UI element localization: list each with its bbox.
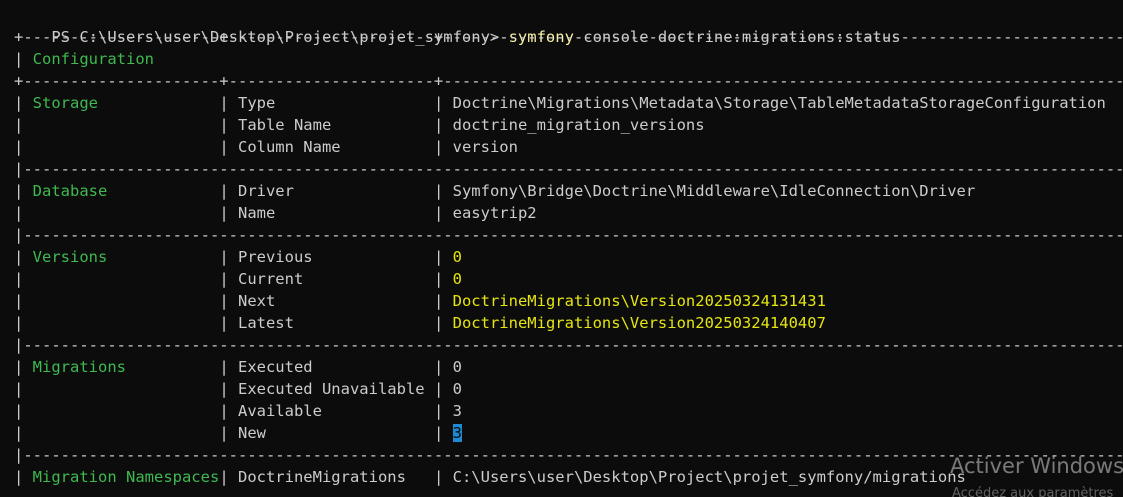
table-row: | Storage | Type | Doctrine\Migrations\M… <box>14 92 1123 114</box>
row-key: Current <box>237 270 434 288</box>
row-value: DoctrineMigrations\Version20250324140407 <box>452 314 1123 332</box>
row-value: 3 <box>452 402 1123 420</box>
terminal-window[interactable]: PS C:\Users\user\Desktop\Project\projet_… <box>0 0 1123 497</box>
table-border-top: +---------------------+-----------------… <box>14 28 1123 46</box>
row-value: version <box>452 138 1123 156</box>
row-key: New <box>237 424 434 442</box>
section-divider: |---------------------------------------… <box>14 160 1123 178</box>
command-line: PS C:\Users\user\Desktop\Project\projet_… <box>14 4 900 46</box>
row-key: Table Name <box>237 116 434 134</box>
section-label: Database <box>32 182 220 200</box>
table-row: | Migrations | Executed | 0 | <box>14 356 1123 378</box>
section-divider: |---------------------------------------… <box>14 336 1123 354</box>
row-value: 3 <box>452 424 462 442</box>
row-key: Column Name <box>237 138 434 156</box>
row-key: Type <box>237 94 434 112</box>
row-value: 0 <box>452 358 1123 376</box>
row-key: Available <box>237 402 434 420</box>
section-label: Migrations <box>32 358 220 376</box>
table-row: | | Name | easytrip2 | <box>14 202 1123 224</box>
table-row: | Versions | Previous | 0 | <box>14 246 1123 268</box>
row-key: Next <box>237 292 434 310</box>
table-row: | Database | Driver | Symfony\Bridge\Doc… <box>14 180 1123 202</box>
row-key: DoctrineMigrations <box>237 468 434 486</box>
table-row: | | New | 3 | <box>14 424 462 442</box>
row-value: 0 <box>452 270 1123 288</box>
row-value: Symfony\Bridge\Doctrine\Middleware\IdleC… <box>452 182 1123 200</box>
table-row: | | Next | DoctrineMigrations\Version202… <box>14 290 1123 312</box>
configuration-row: | Configuration | <box>14 50 1123 68</box>
row-key: Latest <box>237 314 434 332</box>
row-value: DoctrineMigrations\Version20250324131431 <box>452 292 1123 310</box>
row-key: Executed <box>237 358 434 376</box>
table-row: | | Executed Unavailable | 0 | <box>14 378 1123 400</box>
activation-watermark-subtitle: Accédez aux paramètres <box>952 486 1114 497</box>
table-row: | | Available | 3 | <box>14 400 1123 422</box>
configuration-header: Configuration <box>32 50 1123 68</box>
section-label: Versions <box>32 248 220 266</box>
row-key: Driver <box>237 182 434 200</box>
table-row: | | Current | 0 | <box>14 268 1123 290</box>
table-row: | | Latest | DoctrineMigrations\Version2… <box>14 312 1123 334</box>
row-value: doctrine_migration_versions <box>452 116 1123 134</box>
section-label: Migration Namespaces <box>32 468 220 486</box>
table-row: | | Table Name | doctrine_migration_vers… <box>14 114 1123 136</box>
row-value: easytrip2 <box>452 204 1123 222</box>
activation-watermark: Activer Windows <box>950 454 1123 478</box>
table-border: +---------------------+-----------------… <box>14 72 1123 90</box>
row-value: Doctrine\Migrations\Metadata\Storage\Tab… <box>452 94 1123 112</box>
row-value: 0 <box>452 248 1123 266</box>
table-row: | | Column Name | version | <box>14 136 1123 158</box>
section-label: Storage <box>32 94 220 112</box>
row-key: Name <box>237 204 434 222</box>
row-key: Previous <box>237 248 434 266</box>
row-key: Executed Unavailable <box>237 380 434 398</box>
row-value: 0 <box>452 380 1123 398</box>
section-divider: |---------------------------------------… <box>14 226 1123 244</box>
